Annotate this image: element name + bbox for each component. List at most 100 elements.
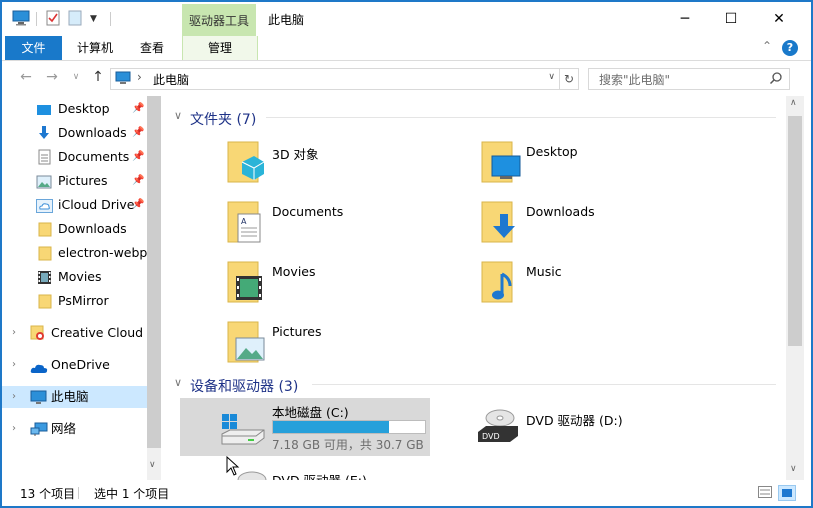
tab-manage[interactable]: 管理 [182,36,258,60]
nav-item-this-pc[interactable]: › 此电脑 [2,386,147,408]
collapse-chevron-icon[interactable]: ∨ [174,109,182,122]
drive-tile-e[interactable]: DVD 驱动器 (E:) [226,466,476,480]
folders-group-title: 文件夹 (7) [190,112,257,128]
nav-item-psmirror[interactable]: PsMirror [2,290,147,312]
nav-item-label: Documents [58,149,130,164]
svg-text:DVD: DVD [482,432,500,441]
folder-tile-documents[interactable]: A Documents [226,200,476,258]
explorer-window: ▼ 驱动器工具 此电脑 ─ ☐ ✕ 文件 计算机 查看 管理 ⌃ ? ← → ∨… [2,2,811,506]
3d-objects-folder-icon [226,140,266,187]
folder-label: Movies [272,264,316,279]
nav-item-desktop[interactable]: Desktop 📌 [2,98,147,120]
expand-chevron-icon[interactable]: › [12,322,16,344]
nav-scrollbar-thumb[interactable] [147,96,161,448]
nav-item-creative-cloud[interactable]: › Creative Cloud F [2,322,147,344]
nav-item-downloads[interactable]: Downloads [2,218,147,240]
pin-icon[interactable]: 📌 [132,146,144,168]
expand-chevron-icon[interactable]: › [12,354,16,376]
folder-label: 3D 对象 [272,147,319,162]
nav-item-label: PsMirror [58,293,109,308]
tab-view[interactable]: 查看 [128,36,176,60]
nav-item-network[interactable]: › 网络 [2,418,147,440]
folder-label: Pictures [272,324,322,339]
qa-divider [36,12,37,26]
breadcrumb-separator[interactable]: › [137,70,142,84]
tab-computer[interactable]: 计算机 [64,36,126,60]
expand-chevron-icon[interactable]: › [12,386,16,408]
pictures-folder-icon [226,320,266,367]
nav-item-pictures[interactable]: Pictures 📌 [2,170,147,192]
group-divider [266,117,776,118]
folder-label: Documents [272,204,344,219]
ribbon-tabs: 文件 计算机 查看 管理 ⌃ ? [2,36,811,61]
pin-icon[interactable]: 📌 [132,194,144,216]
nav-item-label: iCloud Drive [58,197,135,212]
scroll-down-icon[interactable]: ∨ [149,460,156,470]
collapse-chevron-icon[interactable]: ∨ [174,376,182,389]
details-view-icon[interactable] [758,486,772,501]
content-scrollbar[interactable]: ∧ ∨ [786,96,804,480]
up-arrow-icon[interactable]: ↑ [88,69,108,85]
new-folder-icon[interactable] [68,10,86,28]
tiles-view-icon[interactable] [778,485,796,501]
scroll-up-icon[interactable]: ∧ [790,98,797,108]
folder-tile-music[interactable]: Music [480,260,730,318]
drive-label: 本地磁盘 (C:) [272,405,349,420]
close-button[interactable]: ✕ [756,2,802,36]
properties-icon[interactable] [46,10,64,28]
nav-item-documents[interactable]: Documents 📌 [2,146,147,168]
scroll-down-icon[interactable]: ∨ [790,464,797,474]
this-pc-icon [115,71,131,88]
downloads-folder-icon [480,200,520,247]
desktop-icon [36,102,52,120]
nav-scrollbar[interactable]: ∨ [147,96,161,480]
forward-arrow-icon[interactable]: → [42,69,62,85]
maximize-button[interactable]: ☐ [708,2,754,36]
address-dropdown-icon[interactable]: ∨ [548,72,555,82]
nav-item-movies[interactable]: Movies [2,266,147,288]
computer-icon[interactable] [12,10,30,28]
pin-icon[interactable]: 📌 [132,122,144,144]
local-disk-icon [220,412,266,449]
folder-tile-movies[interactable]: Movies [226,260,476,318]
pin-icon[interactable]: 📌 [132,170,144,192]
content-scrollbar-thumb[interactable] [788,116,802,346]
folder-tile-downloads[interactable]: Downloads [480,200,730,258]
nav-item-icloud-drive[interactable]: iCloud Drive 📌 [2,194,147,216]
expand-chevron-icon[interactable]: › [12,418,16,440]
drive-tile-d[interactable]: DVD DVD 驱动器 (D:) [474,400,724,458]
breadcrumb-this-pc[interactable]: 此电脑 [153,71,189,88]
minimize-button[interactable]: ─ [662,2,708,36]
folder-tile-pictures[interactable]: Pictures [226,320,476,378]
tab-file[interactable]: 文件 [5,36,62,60]
network-icon [30,422,48,440]
refresh-icon[interactable]: ↻ [560,68,579,90]
drive-label: DVD 驱动器 (D:) [526,413,623,428]
search-input[interactable] [597,71,761,89]
desktop-folder-icon [480,140,522,187]
pin-icon[interactable]: 📌 [132,98,144,120]
search-box[interactable] [588,68,790,90]
picture-icon [36,174,52,192]
nav-item-downloads-pinned[interactable]: Downloads 📌 [2,122,147,144]
nav-item-label: 此电脑 [51,389,89,404]
recent-locations-icon[interactable]: ∨ [66,72,86,82]
folder-tile-desktop[interactable]: Desktop [480,140,730,198]
address-bar[interactable]: › 此电脑 ∨ [110,68,560,90]
svg-text:A: A [241,217,247,226]
drive-tile-c[interactable]: 本地磁盘 (C:) 7.18 GB 可用，共 30.7 GB [180,398,430,456]
back-arrow-icon[interactable]: ← [16,69,36,85]
nav-item-electron-webpack[interactable]: electron-webpa [2,242,147,264]
nav-item-label: Movies [58,269,102,284]
customize-qa-dropdown-icon[interactable]: ▼ [90,10,108,28]
search-icon[interactable] [769,71,783,88]
nav-item-onedrive[interactable]: › OneDrive [2,354,147,376]
help-icon[interactable]: ? [782,40,798,56]
nav-item-label: 网络 [51,421,77,436]
nav-item-label: Downloads [58,221,127,236]
collapse-ribbon-icon[interactable]: ⌃ [762,39,772,53]
music-folder-icon [480,260,520,307]
drive-label: DVD 驱动器 (E:) [272,470,367,480]
folder-label: Downloads [526,204,595,219]
folder-tile-3d-objects[interactable]: 3D 对象 [226,140,476,198]
